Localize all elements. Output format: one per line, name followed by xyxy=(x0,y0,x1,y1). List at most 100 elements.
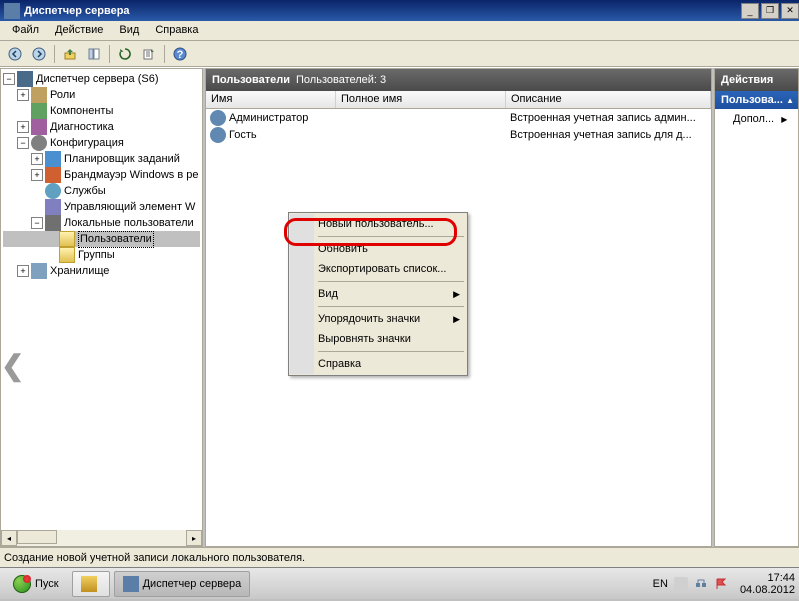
refresh-button[interactable] xyxy=(114,43,136,65)
menu-refresh[interactable]: Обновить xyxy=(290,239,466,259)
tray-icon[interactable] xyxy=(674,577,688,591)
up-level-button[interactable] xyxy=(59,43,81,65)
list-item[interactable]: Гость Встроенная учетная запись для д... xyxy=(206,126,711,143)
svg-text:?: ? xyxy=(177,49,184,61)
menu-separator xyxy=(318,351,464,352)
tree-components[interactable]: + Компоненты xyxy=(3,103,200,119)
server-icon xyxy=(17,71,33,87)
menu-help[interactable]: Справка xyxy=(147,21,206,40)
taskbar-explorer[interactable] xyxy=(72,571,110,597)
nav-back-button[interactable] xyxy=(4,43,26,65)
column-name[interactable]: Имя xyxy=(206,91,336,108)
tree-scheduler[interactable]: + Планировщик заданий xyxy=(3,151,200,167)
menu-view[interactable]: Вид▶ xyxy=(290,284,466,304)
tree: − Диспетчер сервера (S6) + Роли + Компон… xyxy=(1,69,202,281)
collapse-pane-arrow-icon[interactable]: ❮ xyxy=(1,349,24,382)
collapse-icon[interactable]: − xyxy=(3,73,15,85)
actions-more[interactable]: Допол... ▶ xyxy=(715,109,798,129)
menu-view[interactable]: Вид xyxy=(111,21,147,40)
export-button[interactable] xyxy=(138,43,160,65)
expand-icon[interactable]: + xyxy=(17,265,29,277)
expand-icon[interactable]: + xyxy=(31,169,43,181)
user-icon xyxy=(210,127,226,143)
spacer: + xyxy=(45,233,57,245)
tree-local-users-groups[interactable]: − Локальные пользователи xyxy=(3,215,200,231)
toolbar: ? xyxy=(0,41,799,67)
collapse-section-icon[interactable]: ▲ xyxy=(786,96,794,105)
submenu-arrow-icon: ▶ xyxy=(453,289,460,300)
minimize-button[interactable]: _ xyxy=(741,3,759,19)
submenu-arrow-icon: ▶ xyxy=(453,314,460,325)
scroll-track[interactable] xyxy=(17,530,186,546)
tree-root[interactable]: − Диспетчер сервера (S6) xyxy=(3,71,200,87)
restore-button[interactable]: ❐ xyxy=(761,3,779,19)
collapse-icon[interactable]: − xyxy=(31,217,43,229)
firewall-icon xyxy=(45,167,61,183)
context-menu: Новый пользователь... Обновить Экспортир… xyxy=(288,212,468,376)
server-icon xyxy=(123,576,139,592)
taskbar-app-label: Диспетчер сервера xyxy=(143,578,242,590)
list-item[interactable]: Администратор Встроенная учетная запись … xyxy=(206,109,711,126)
tree-services[interactable]: + Службы xyxy=(3,183,200,199)
wmi-icon xyxy=(45,199,61,215)
menu-action[interactable]: Действие xyxy=(47,21,111,40)
menu-export-list[interactable]: Экспортировать список... xyxy=(290,259,466,279)
clock[interactable]: 17:44 04.08.2012 xyxy=(740,572,795,596)
menu-bar: Файл Действие Вид Справка xyxy=(0,21,799,41)
content-count: Пользователей: 3 xyxy=(296,74,386,86)
network-icon[interactable] xyxy=(694,577,708,591)
show-hide-button[interactable] xyxy=(83,43,105,65)
services-icon xyxy=(45,183,61,199)
tree-firewall[interactable]: + Брандмауэр Windows в ре xyxy=(3,167,200,183)
folder-icon xyxy=(59,247,75,263)
column-description[interactable]: Описание xyxy=(506,91,711,108)
menu-arrange-icons[interactable]: Упорядочить значки▶ xyxy=(290,309,466,329)
diagnostics-icon xyxy=(31,119,47,135)
tree-roles[interactable]: + Роли xyxy=(3,87,200,103)
tree-diagnostics[interactable]: + Диагностика xyxy=(3,119,200,135)
expand-icon[interactable]: + xyxy=(17,121,29,133)
menu-new-user[interactable]: Новый пользователь... xyxy=(290,214,466,234)
scroll-left-button[interactable]: ◂ xyxy=(1,530,17,546)
scroll-thumb[interactable] xyxy=(17,530,57,544)
toolbar-separator xyxy=(109,45,110,63)
content-title: Пользователи xyxy=(212,74,290,86)
scroll-right-button[interactable]: ▸ xyxy=(186,530,202,546)
help-button[interactable]: ? xyxy=(169,43,191,65)
app-icon xyxy=(4,3,20,19)
spacer: + xyxy=(17,105,29,117)
tree-pane: − Диспетчер сервера (S6) + Роли + Компон… xyxy=(0,68,203,547)
column-fullname[interactable]: Полное имя xyxy=(336,91,506,108)
nav-forward-button[interactable] xyxy=(28,43,50,65)
menu-separator xyxy=(318,281,464,282)
menu-align-icons[interactable]: Выровнять значки xyxy=(290,329,466,349)
tree-storage[interactable]: + Хранилище xyxy=(3,263,200,279)
tree-users[interactable]: + Пользователи xyxy=(3,231,200,247)
status-bar: Создание новой учетной записи локального… xyxy=(0,547,799,567)
tree-wmi[interactable]: + Управляющий элемент W xyxy=(3,199,200,215)
expand-icon[interactable]: + xyxy=(17,89,29,101)
start-button[interactable]: Пуск xyxy=(4,571,68,597)
user-icon xyxy=(210,110,226,126)
spacer: + xyxy=(31,185,43,197)
taskbar: Пуск Диспетчер сервера EN 17:44 04.08.20… xyxy=(0,567,799,599)
window-titlebar: Диспетчер сервера _ ❐ ✕ xyxy=(0,0,799,21)
language-indicator[interactable]: EN xyxy=(653,578,668,590)
taskbar-server-manager[interactable]: Диспетчер сервера xyxy=(114,571,251,597)
tree-groups[interactable]: + Группы xyxy=(3,247,200,263)
close-button[interactable]: ✕ xyxy=(781,3,799,19)
menu-file[interactable]: Файл xyxy=(4,21,47,40)
expand-icon[interactable]: + xyxy=(31,153,43,165)
scheduler-icon xyxy=(45,151,61,167)
start-label: Пуск xyxy=(35,578,59,590)
menu-help[interactable]: Справка xyxy=(290,354,466,374)
tree-configuration[interactable]: − Конфигурация xyxy=(3,135,200,151)
collapse-icon[interactable]: − xyxy=(17,137,29,149)
explorer-icon xyxy=(81,576,97,592)
spacer: + xyxy=(31,201,43,213)
flag-icon[interactable] xyxy=(714,577,728,591)
actions-section-users[interactable]: Пользова... ▲ xyxy=(715,91,798,109)
horizontal-scrollbar[interactable]: ◂ ▸ xyxy=(1,530,202,546)
roles-icon xyxy=(31,87,47,103)
toolbar-separator xyxy=(54,45,55,63)
